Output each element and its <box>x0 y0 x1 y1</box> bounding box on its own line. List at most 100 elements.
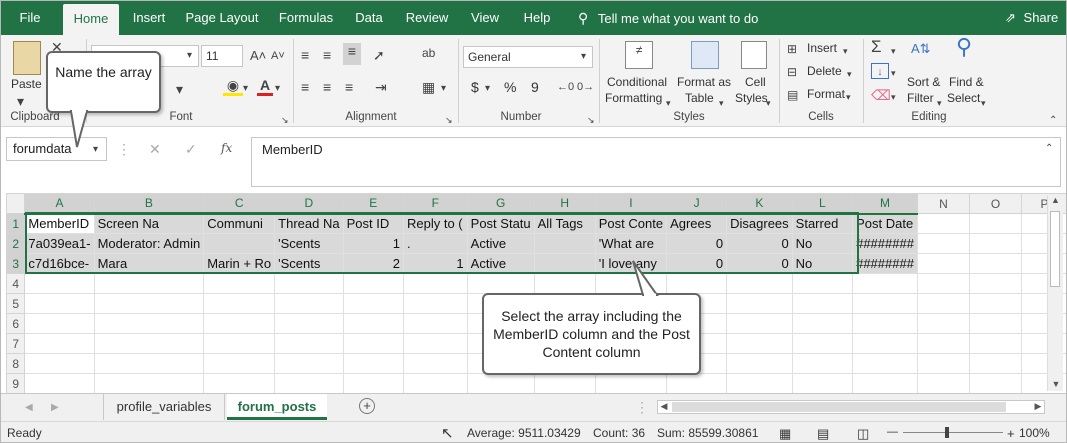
cell-d4[interactable] <box>274 273 344 294</box>
cell-b2[interactable]: Moderator: Admin <box>93 233 205 254</box>
normal-view-icon[interactable]: ▦ <box>779 426 791 442</box>
find-select-icon[interactable]: ⚲ <box>956 36 972 58</box>
cell-a7[interactable] <box>24 333 95 354</box>
cell-b1[interactable]: Screen Na <box>93 213 205 234</box>
cell-styles-icon[interactable] <box>741 41 767 69</box>
cell-o4[interactable] <box>968 273 1023 294</box>
cell-b8[interactable] <box>93 353 205 374</box>
chevron-down-icon[interactable]: ▾ <box>581 49 586 65</box>
orientation-icon[interactable]: ➚ <box>373 47 385 63</box>
cell-b4[interactable] <box>93 273 205 294</box>
cell-l9[interactable] <box>791 373 854 394</box>
cell-a8[interactable] <box>24 353 95 374</box>
cell-d8[interactable] <box>274 353 344 374</box>
cell-c7[interactable] <box>203 333 276 354</box>
column-header-h[interactable]: H <box>533 193 596 215</box>
scroll-down-icon[interactable]: ▼ <box>1048 379 1064 389</box>
cell-d7[interactable] <box>274 333 344 354</box>
cell-l6[interactable] <box>791 313 854 334</box>
cell-f8[interactable] <box>403 353 468 374</box>
scroll-thumb[interactable] <box>672 402 1006 412</box>
cell-b5[interactable] <box>93 293 205 314</box>
cell-c3[interactable]: Marin + Ro <box>203 253 276 274</box>
insert-cells-button[interactable]: Insert <box>807 41 837 55</box>
column-header-m[interactable]: M <box>852 193 918 215</box>
align-center-icon[interactable]: ≡ <box>323 79 331 95</box>
cell-a2[interactable]: 7a039ea1- <box>24 233 95 254</box>
cell-i2[interactable]: 'What are <box>594 233 668 254</box>
format-as-table-label-1[interactable]: Format as <box>677 75 731 89</box>
chevron-down-icon[interactable]: ▾ <box>187 48 192 64</box>
percent-format-button[interactable]: % <box>504 79 516 95</box>
delete-cells-button[interactable]: Delete <box>807 64 842 78</box>
cell-f3[interactable]: 1 <box>403 253 468 274</box>
sort-filter-label-1[interactable]: Sort & <box>907 75 940 89</box>
cell-c5[interactable] <box>203 293 276 314</box>
column-header-i[interactable]: I <box>594 193 668 215</box>
cell-j4[interactable] <box>666 273 728 294</box>
page-layout-view-icon[interactable]: ▤ <box>817 426 829 442</box>
cell-m6[interactable] <box>852 313 918 334</box>
conditional-formatting-label-1[interactable]: Conditional <box>607 75 667 89</box>
zoom-level[interactable]: 100% <box>1019 426 1050 440</box>
conditional-formatting-label-2[interactable]: Formatting <box>605 91 662 105</box>
cell-l8[interactable] <box>791 353 854 374</box>
cell-k8[interactable] <box>726 353 793 374</box>
page-break-view-icon[interactable]: ◫ <box>857 426 869 442</box>
cell-c2[interactable] <box>203 233 276 254</box>
tab-formulas[interactable]: Formulas <box>271 1 341 35</box>
align-bottom-icon[interactable]: ≡ <box>343 43 361 65</box>
tab-help[interactable]: Help <box>513 1 561 35</box>
cell-j2[interactable]: 0 <box>666 233 728 254</box>
format-cells-button[interactable]: Format <box>807 87 845 101</box>
row-header[interactable]: 6 <box>5 313 26 334</box>
column-header-n[interactable]: N <box>916 193 970 214</box>
cell-h3[interactable] <box>533 253 596 274</box>
row-header[interactable]: 1 <box>5 213 26 234</box>
cell-m9[interactable] <box>852 373 918 394</box>
cell-c1[interactable]: Communi <box>203 213 276 234</box>
row-header[interactable]: 8 <box>5 353 26 374</box>
zoom-in-icon[interactable]: + <box>1007 426 1015 441</box>
sort-filter-label-2[interactable]: Filter <box>907 91 934 105</box>
column-header-a[interactable]: A <box>24 193 95 215</box>
chevron-down-icon[interactable]: ▾ <box>891 65 896 81</box>
chevron-down-icon[interactable]: ▾ <box>719 95 724 111</box>
chevron-down-icon[interactable]: ▾ <box>441 81 446 97</box>
cell-n6[interactable] <box>916 313 970 334</box>
tab-review[interactable]: Review <box>397 1 457 35</box>
paste-icon[interactable] <box>13 41 41 75</box>
cell-l4[interactable] <box>791 273 854 294</box>
chevron-down-icon[interactable]: ▾ <box>937 95 942 111</box>
chevron-down-icon[interactable]: ▾ <box>891 89 896 105</box>
number-format-dropdown[interactable]: General <box>463 46 593 68</box>
expand-formula-icon[interactable]: ⌃ <box>1045 141 1053 157</box>
cell-o5[interactable] <box>968 293 1023 314</box>
row-header[interactable]: 4 <box>5 273 26 294</box>
align-left-icon[interactable]: ≡ <box>301 79 309 95</box>
cell-d5[interactable] <box>274 293 344 314</box>
tab-view[interactable]: View <box>461 1 509 35</box>
cell-f4[interactable] <box>403 273 468 294</box>
cell-a3[interactable]: c7d16bce- <box>24 253 95 274</box>
cell-c6[interactable] <box>203 313 276 334</box>
dialog-launcher-icon[interactable]: ↘ <box>445 112 453 128</box>
cell-n4[interactable] <box>916 273 970 294</box>
dialog-launcher-icon[interactable]: ↘ <box>281 112 289 128</box>
add-sheet-icon[interactable]: + <box>359 398 375 414</box>
cell-o3[interactable] <box>968 253 1023 274</box>
cell-k4[interactable] <box>726 273 793 294</box>
chevron-down-icon[interactable]: ▾ <box>847 66 852 82</box>
cell-d3[interactable]: 'Scents <box>274 253 344 274</box>
cell-d2[interactable]: 'Scents <box>274 233 344 254</box>
indent-icon[interactable]: ⇥ <box>375 79 387 95</box>
prev-sheet-icon[interactable]: ◀ <box>25 400 33 416</box>
zoom-out-icon[interactable]: — <box>887 426 898 438</box>
zoom-slider-thumb[interactable] <box>945 427 949 438</box>
cell-n5[interactable] <box>916 293 970 314</box>
cell-n9[interactable] <box>916 373 970 394</box>
cell-l7[interactable] <box>791 333 854 354</box>
share-button[interactable]: ⇗ Share <box>1005 1 1058 35</box>
row-header[interactable]: 3 <box>5 253 26 274</box>
chevron-down-icon[interactable]: ▾ <box>93 142 98 158</box>
